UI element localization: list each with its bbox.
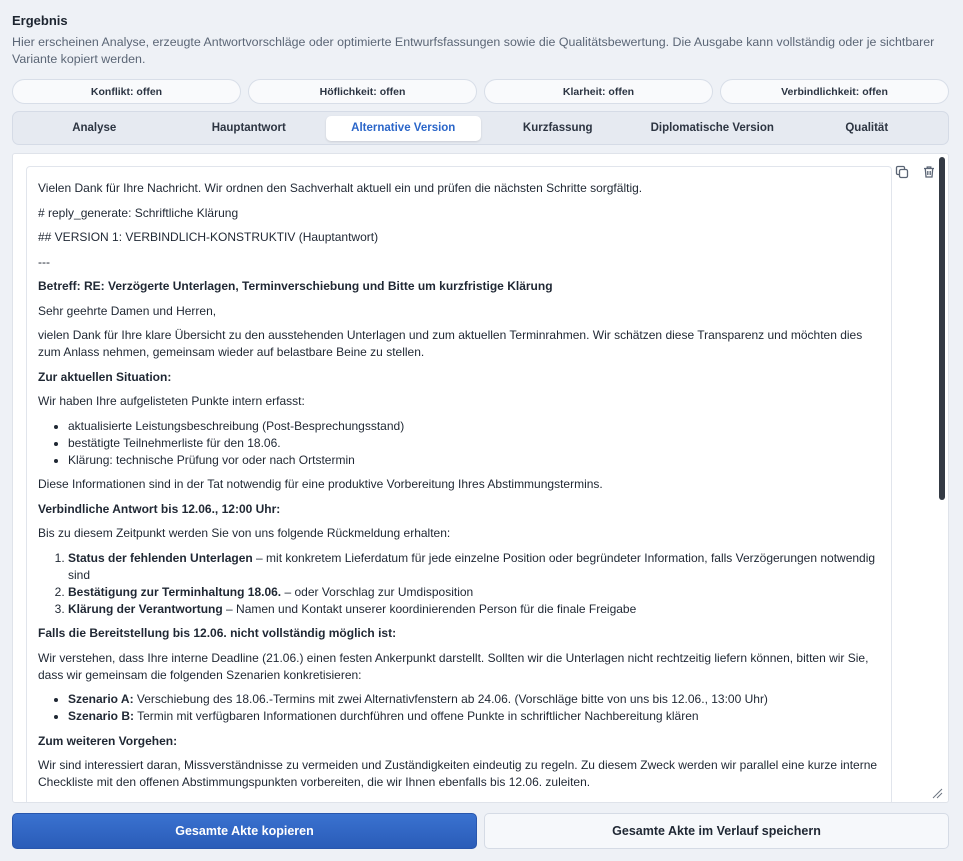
save-history-button[interactable]: Gesamte Akte im Verlauf speichern xyxy=(484,813,949,849)
result-title: Ergebnis xyxy=(12,13,68,28)
salutation: Sehr geehrte Damen und Herren, xyxy=(38,303,217,318)
result-description: Hier erscheinen Analyse, erzeugte Antwor… xyxy=(12,35,935,66)
separator: --- xyxy=(38,254,50,269)
tab-analyse[interactable]: Analyse xyxy=(17,116,172,141)
intro-text: Vielen Dank für Ihre Nachricht. Wir ordn… xyxy=(38,181,643,195)
section-heading-situation: Zur aktuellen Situation: xyxy=(38,369,172,384)
list-item: Bestätigung zur Terminhaltung 18.06. – o… xyxy=(68,584,880,601)
list-item: Klärung der Verantwortung – Namen und Ko… xyxy=(68,601,880,618)
section-text-situation: Wir haben Ihre aufgelisteten Punkte inte… xyxy=(38,394,305,408)
section-heading-fallback: Falls die Bereitstellung bis 12.06. nich… xyxy=(38,626,397,640)
output-panel: Vielen Dank für Ihre Nachricht. Wir ordn… xyxy=(12,153,949,803)
output-textarea[interactable]: Vielen Dank für Ihre Nachricht. Wir ordn… xyxy=(26,166,892,802)
tab-qualitaet[interactable]: Qualität xyxy=(790,116,945,141)
deadline-list: Status der fehlenden Unterlagen – mit ko… xyxy=(38,550,880,618)
result-header: Ergebnis Hier erscheinen Analyse, erzeug… xyxy=(12,13,952,67)
list-item: Klärung: technische Prüfung vor oder nac… xyxy=(68,452,880,469)
tab-kurzfassung[interactable]: Kurzfassung xyxy=(481,116,636,141)
tab-alternative-version[interactable]: Alternative Version xyxy=(326,115,481,141)
copy-icon[interactable] xyxy=(894,164,910,180)
section-heading-deadline: Verbindliche Antwort bis 12.06., 12:00 U… xyxy=(38,501,281,516)
list-item: Szenario A: Verschiebung des 18.06.-Term… xyxy=(68,691,880,708)
section-heading-next-steps: Zum weiteren Vorgehen: xyxy=(38,733,178,748)
badge-conflict: Konflikt: offen xyxy=(12,79,241,104)
badge-politeness: Höflichkeit: offen xyxy=(248,79,477,104)
tab-diplomatische-version[interactable]: Diplomatische Version xyxy=(635,116,790,141)
output-scrollbar[interactable] xyxy=(939,157,945,500)
heading-1: # reply_generate: Schriftliche Klärung xyxy=(38,205,239,220)
trash-icon[interactable] xyxy=(921,164,937,180)
badge-commitment: Verbindlichkeit: offen xyxy=(720,79,949,104)
section-text-deadline: Bis zu diesem Zeitpunkt werden Sie von u… xyxy=(38,526,451,540)
resize-handle-icon[interactable] xyxy=(931,786,943,799)
section-after-situation: Diese Informationen sind in der Tat notw… xyxy=(38,477,603,491)
list-item: bestätigte Teilnehmerliste für den 18.06… xyxy=(68,435,880,452)
heading-2: ## VERSION 1: VERBINDLICH-KONSTRUKTIV (H… xyxy=(38,230,379,244)
result-tabs: Analyse Hauptantwort Alternative Version… xyxy=(12,111,949,145)
list-item: aktualisierte Leistungsbeschreibung (Pos… xyxy=(68,418,880,435)
copy-all-button[interactable]: Gesamte Akte kopieren xyxy=(12,813,477,849)
list-item: Status der fehlenden Unterlagen – mit ko… xyxy=(68,550,880,584)
section-text-next-steps: Wir sind interessiert daran, Missverstän… xyxy=(38,758,878,789)
badge-clarity: Klarheit: offen xyxy=(484,79,713,104)
scenario-list: Szenario A: Verschiebung des 18.06.-Term… xyxy=(38,691,880,725)
paragraph-1: vielen Dank für Ihre klare Übersicht zu … xyxy=(38,328,863,359)
situation-list: aktualisierte Leistungsbeschreibung (Pos… xyxy=(38,418,880,469)
subject-line: Betreff: RE: Verzögerte Unterlagen, Term… xyxy=(38,279,553,293)
rating-badges: Konflikt: offen Höflichkeit: offen Klarh… xyxy=(12,79,949,104)
list-item: Szenario B: Termin mit verfügbaren Infor… xyxy=(68,708,880,725)
tab-hauptantwort[interactable]: Hauptantwort xyxy=(172,116,327,141)
section-text-fallback: Wir verstehen, dass Ihre interne Deadlin… xyxy=(38,650,869,682)
